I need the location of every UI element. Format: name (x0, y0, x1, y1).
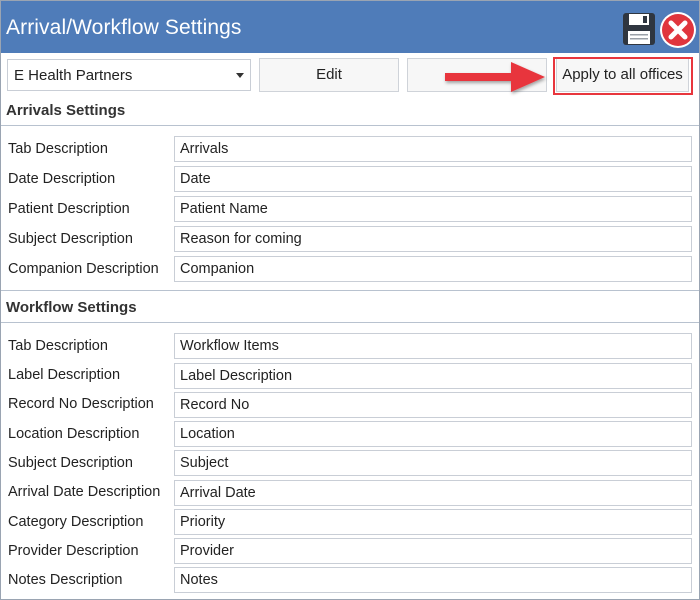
label-description-field[interactable]: Label Description (174, 363, 692, 389)
subject-description-field[interactable]: Subject (174, 450, 692, 476)
row-label: Subject Description (8, 231, 133, 247)
subject-description-field[interactable]: Reason for coming (174, 226, 692, 252)
row-label: Notes Description (8, 572, 123, 588)
section-separator (1, 290, 699, 291)
date-description-field[interactable]: Date (174, 166, 692, 192)
cancel-button[interactable] (407, 58, 547, 92)
chevron-down-icon (236, 73, 244, 78)
row-label: Tab Description (8, 141, 108, 157)
provider-description-field[interactable]: Provider (174, 538, 692, 564)
workflow-divider (1, 322, 699, 323)
tab-description-field[interactable]: Workflow Items (174, 333, 692, 359)
row-label: Record No Description (8, 396, 154, 412)
floppy-disk-icon (623, 13, 655, 45)
category-description-field[interactable]: Priority (174, 509, 692, 535)
apply-to-all-offices-button[interactable]: Apply to all offices (556, 58, 689, 92)
row-label: Companion Description (8, 261, 159, 277)
row-label: Category Description (8, 514, 144, 530)
row-label: Provider Description (8, 543, 139, 559)
row-label: Arrival Date Description (8, 484, 161, 500)
settings-window: Arrival/Workflow Settings E Health Partn… (0, 0, 700, 600)
save-button[interactable] (621, 11, 657, 47)
arrivals-section-title: Arrivals Settings (6, 102, 126, 119)
row-label: Patient Description (8, 201, 130, 217)
title-bar: Arrival/Workflow Settings (1, 1, 699, 53)
close-icon (660, 12, 696, 48)
close-button[interactable] (659, 11, 697, 49)
arrival-date-description-field[interactable]: Arrival Date (174, 480, 692, 506)
patient-description-field[interactable]: Patient Name (174, 196, 692, 222)
office-select[interactable]: E Health Partners (7, 59, 251, 91)
tab-description-field[interactable]: Arrivals (174, 136, 692, 162)
office-select-value: E Health Partners (14, 67, 133, 84)
companion-description-field[interactable]: Companion (174, 256, 692, 282)
notes-description-field[interactable]: Notes (174, 567, 692, 593)
edit-button[interactable]: Edit (259, 58, 399, 92)
location-description-field[interactable]: Location (174, 421, 692, 447)
workflow-section-title: Workflow Settings (6, 299, 137, 316)
row-label: Location Description (8, 426, 140, 442)
arrivals-divider (1, 125, 699, 126)
row-label: Label Description (8, 367, 121, 383)
row-label: Tab Description (8, 338, 108, 354)
row-label: Subject Description (8, 455, 133, 471)
row-label: Date Description (8, 171, 116, 187)
window-title: Arrival/Workflow Settings (6, 16, 242, 39)
record-no-description-field[interactable]: Record No (174, 392, 692, 418)
